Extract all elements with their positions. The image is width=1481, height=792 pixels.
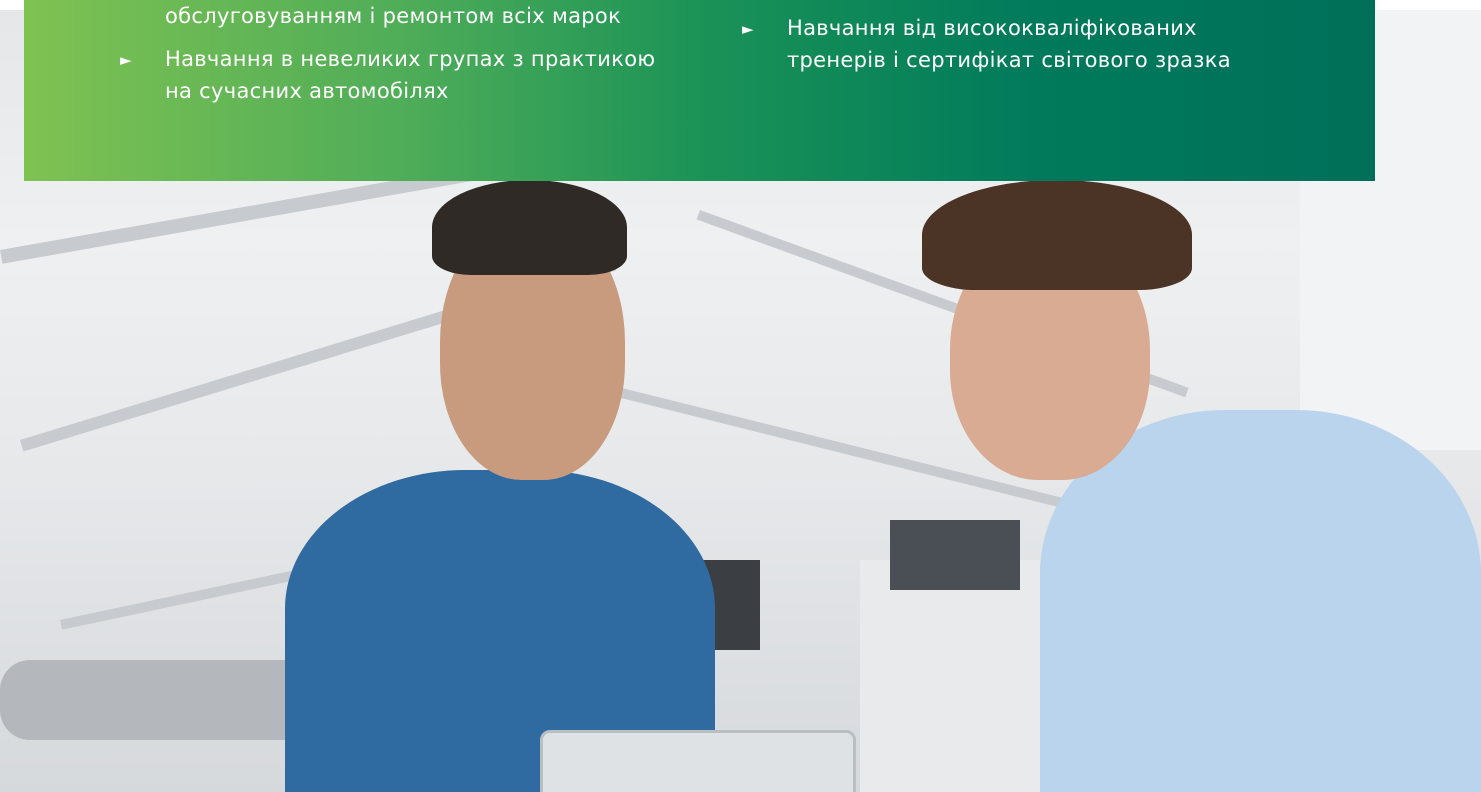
benefit-line: тренерів і сертифікат світового зразка xyxy=(787,48,1231,72)
wall-column xyxy=(860,560,1060,792)
benefit-item-continued: обслуговуванням і ремонтом всіх марок xyxy=(120,0,720,43)
benefits-column-right: ► Навчання від висококваліфікованих трен… xyxy=(742,12,1302,76)
hair-right xyxy=(922,180,1192,290)
benefits-banner: обслуговуванням і ремонтом всіх марок ► … xyxy=(24,0,1375,181)
bullet-arrow-icon: ► xyxy=(120,51,132,69)
benefit-item: ► Навчання в невеликих групах з практико… xyxy=(120,43,720,107)
light-blue-shirt xyxy=(1040,410,1481,792)
benefit-line: Навчання від висококваліфікованих xyxy=(787,16,1197,40)
benefits-column-left: обслуговуванням і ремонтом всіх марок ► … xyxy=(120,0,720,107)
dark-panel xyxy=(890,520,1020,590)
benefit-line: Навчання в невеликих групах з практикою xyxy=(165,47,656,71)
tablet-device xyxy=(540,730,856,792)
duct xyxy=(0,660,320,740)
benefit-item: ► Навчання від висококваліфікованих трен… xyxy=(742,12,1302,76)
hair-left xyxy=(432,180,627,275)
benefit-line: на сучасних автомобілях xyxy=(165,79,449,103)
bullet-arrow-icon: ► xyxy=(742,20,754,38)
benefit-line: обслуговуванням і ремонтом всіх марок xyxy=(165,4,622,28)
